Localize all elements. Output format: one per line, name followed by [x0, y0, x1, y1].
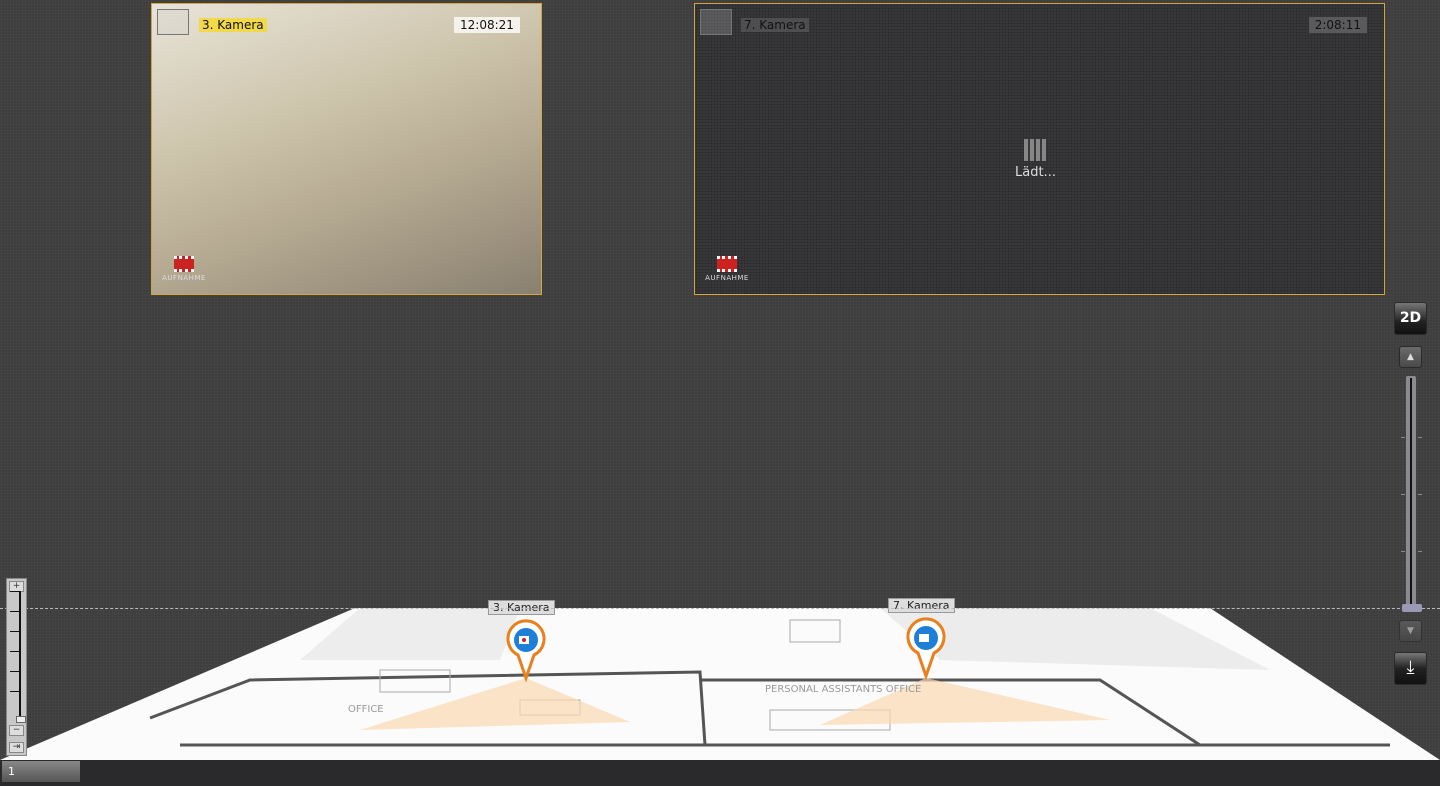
- zoom-slider-thumb[interactable]: [16, 716, 26, 723]
- room-label: PERSONAL ASSISTANTS OFFICE: [765, 684, 921, 695]
- zoom-out-button[interactable]: −: [9, 725, 24, 736]
- tilt-slider[interactable]: [1406, 376, 1416, 612]
- fit-button[interactable]: ⇥: [9, 742, 24, 753]
- view-mode-2d-button[interactable]: 2D: [1394, 302, 1427, 335]
- map-zoom-slider[interactable]: + − ⇥: [6, 578, 27, 756]
- room-label: OFFICE: [348, 704, 384, 715]
- layout-tab-1[interactable]: 1: [2, 761, 80, 782]
- tilt-down-button[interactable]: ▼: [1399, 620, 1422, 642]
- marker-label[interactable]: 7. Kamera: [888, 598, 955, 613]
- tilt-up-button[interactable]: ▲: [1399, 346, 1422, 368]
- floor-plan-map[interactable]: OFFICE PERSONAL ASSISTANTS OFFICE: [0, 0, 1440, 786]
- layout-tab-bar: 1: [0, 760, 1440, 786]
- horizon-line: [0, 608, 1440, 609]
- tilt-slider-thumb[interactable]: [1402, 604, 1422, 612]
- download-button[interactable]: ⤓: [1394, 652, 1427, 685]
